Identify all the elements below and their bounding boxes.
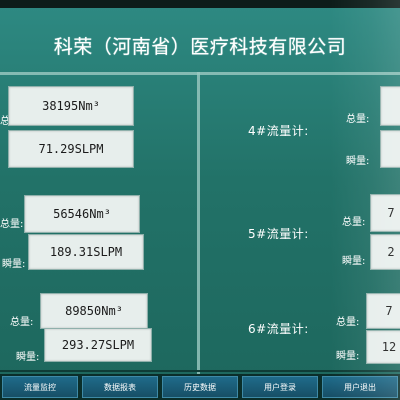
page-title: 科荣（河南省）医疗科技有限公司 <box>53 36 347 58</box>
bottom-nav: 流量监控 数据报表 历史数据 用户登录 用户退出 <box>0 374 400 400</box>
meter-3-instant-label: 瞬量: <box>16 352 40 363</box>
nav-divider <box>0 370 400 372</box>
divider-vertical <box>197 72 200 374</box>
nav-data-report-button[interactable]: 数据报表 <box>82 376 158 398</box>
meter-6-total-value: 7 <box>366 293 400 329</box>
meter-3-instant-value: 293.27SLPM <box>44 328 152 362</box>
nav-logout-button[interactable]: 用户退出 <box>322 376 398 398</box>
meter-6-instant-value: 12 <box>366 330 400 364</box>
meter-1-instant-value: 71.29SLPM <box>8 130 134 168</box>
meter-5-instant-label: 瞬量: <box>342 256 366 267</box>
meter-4-instant-label: 瞬量: <box>346 156 370 167</box>
meter-5-total-label: 总量: <box>342 217 366 228</box>
meter-4-instant-value <box>380 130 400 168</box>
meter-6-title: 6#流量计: <box>248 322 309 336</box>
hmi-screen: 科荣（河南省）医疗科技有限公司 总量: 38195Nm³ 71.29SLPM 总… <box>0 0 400 400</box>
meter-2-total-label: 总量: <box>0 219 24 230</box>
meter-4-title: 4#流量计: <box>248 124 309 138</box>
meter-3-total-label: 总量: <box>10 317 34 328</box>
meter-4-total-label: 总量: <box>346 114 370 125</box>
meter-5-total-value: 7 <box>370 194 400 232</box>
meter-5-title: 5#流量计: <box>248 227 309 241</box>
meter-6-instant-label: 瞬量: <box>336 351 360 362</box>
nav-flow-monitor-button[interactable]: 流量监控 <box>2 376 78 398</box>
meter-5-instant-value: 2 <box>370 234 400 270</box>
nav-login-button[interactable]: 用户登录 <box>242 376 318 398</box>
nav-history-button[interactable]: 历史数据 <box>162 376 238 398</box>
bezel-top <box>0 0 400 8</box>
meter-6-total-label: 总量: <box>336 317 360 328</box>
title-bar: 科荣（河南省）医疗科技有限公司 <box>0 30 400 64</box>
meter-4-total-value <box>380 86 400 126</box>
meter-2-instant-value: 189.31SLPM <box>28 234 144 270</box>
divider-horizontal <box>0 72 400 75</box>
meter-2-instant-label: 瞬量: <box>2 259 26 270</box>
meter-3-total-value: 89850Nm³ <box>40 293 148 329</box>
meter-2-total-value: 56546Nm³ <box>24 195 140 233</box>
meter-1-total-value: 38195Nm³ <box>8 86 134 126</box>
